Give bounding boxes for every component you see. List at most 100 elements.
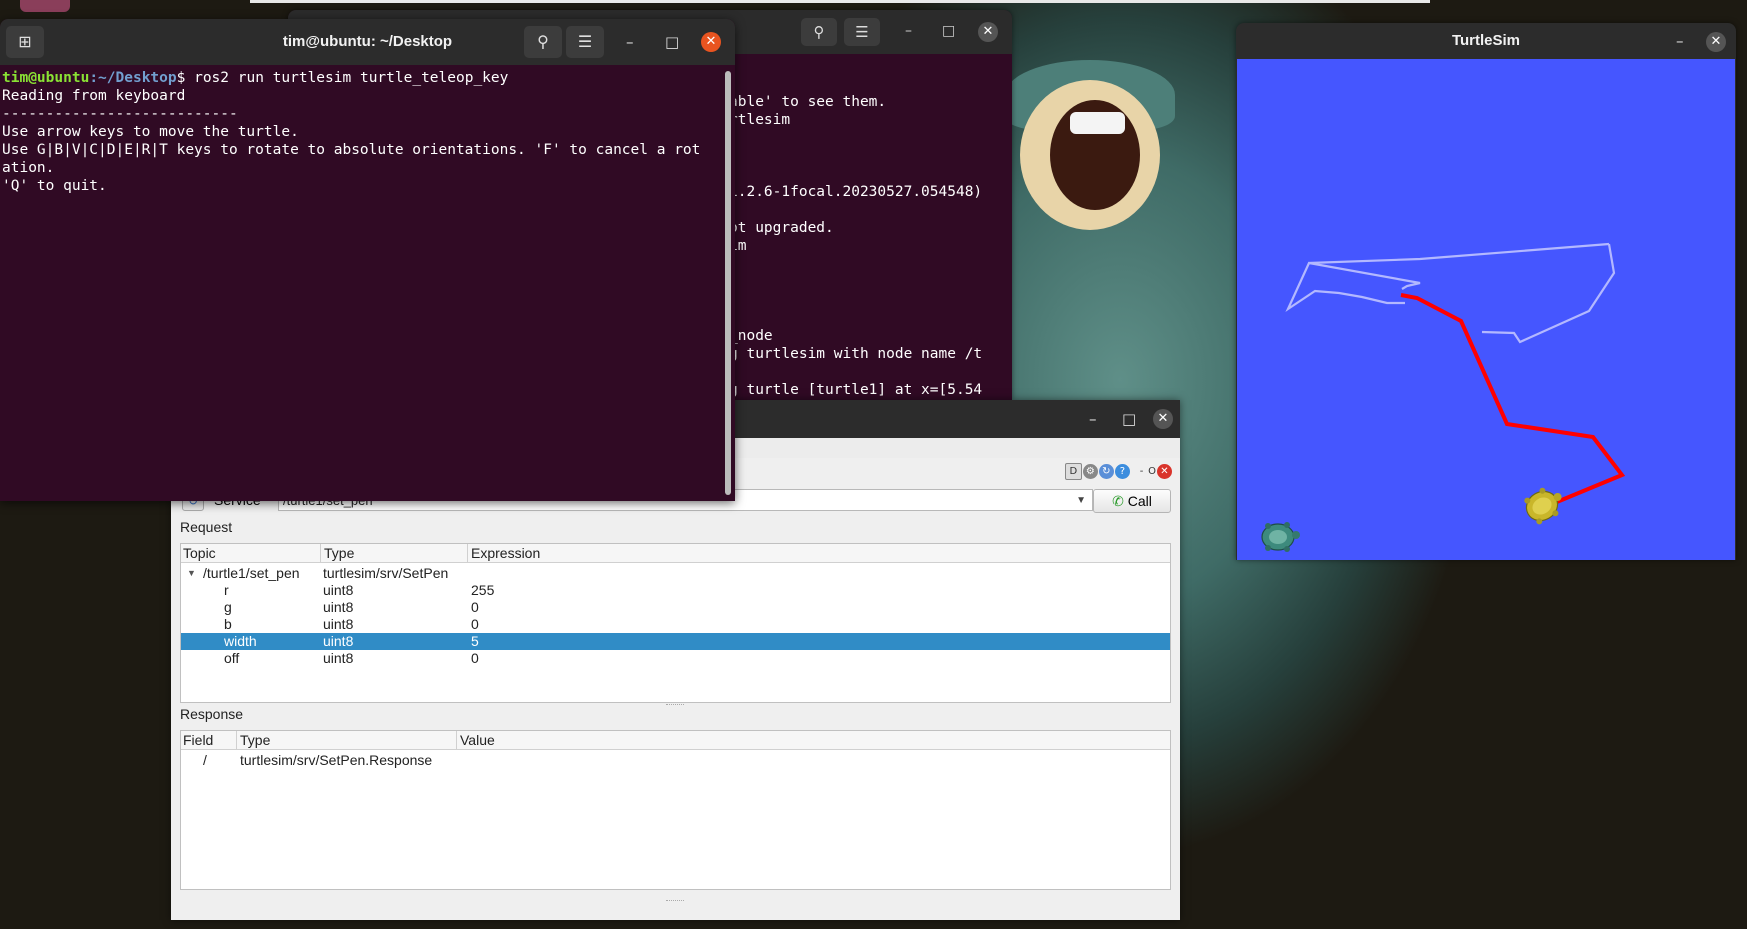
turtle-icon [1524, 487, 1562, 525]
terminal-window[interactable]: ⊞ tim@ubuntu: ~/Desktop ⚲ ☰ – □ ✕ tim@ub… [0, 19, 735, 501]
dock-app-icon[interactable] [20, 0, 70, 12]
request-tree[interactable]: Topic Type Expression ▼ /turtle1/set_pen… [180, 543, 1171, 703]
trail-pale [1308, 242, 1610, 265]
output-line: 'Q' to quit. [2, 178, 107, 194]
maximize-icon[interactable]: □ [942, 23, 955, 39]
tree-row-selected[interactable]: width uint8 5 [181, 633, 1170, 650]
output-line: ation. [2, 160, 55, 176]
close-icon[interactable]: ✕ [701, 32, 721, 52]
expression-cell[interactable]: 255 [471, 582, 494, 598]
resize-grip[interactable] [666, 900, 684, 903]
settings-icon[interactable]: ⚙ [1082, 464, 1098, 479]
tree-row[interactable]: ▼ /turtle1/set_pen turtlesim/srv/SetPen [181, 565, 1170, 582]
tree-row[interactable]: / turtlesim/srv/SetPen.Response [181, 752, 1170, 769]
output-line: Use arrow keys to move the turtle. [2, 124, 299, 140]
output-line: --------------------------- [2, 106, 238, 122]
topic-cell: g [224, 599, 232, 615]
close-icon[interactable]: ✕ [978, 22, 998, 42]
type-cell: turtlesim/srv/SetPen.Response [240, 752, 433, 768]
trail-red [1400, 293, 1626, 506]
expression-cell[interactable]: 5 [471, 633, 479, 649]
terminal-title: tim@ubuntu: ~/Desktop [282, 33, 453, 50]
minimize-icon[interactable]: – [626, 19, 634, 65]
type-cell: uint8 [323, 633, 354, 649]
expression-cell[interactable]: 0 [471, 650, 479, 666]
output-line: Use G|B|V|C|D|E|R|T keys to rotate to ab… [2, 142, 701, 158]
menu-icon[interactable]: ☰ [566, 26, 604, 58]
command-text: ros2 run turtlesim turtle_teleop_key [194, 70, 509, 86]
minimize-icon[interactable]: – [1676, 23, 1684, 59]
phone-icon: ✆ [1112, 493, 1124, 509]
tree-row[interactable]: off uint8 0 [181, 650, 1170, 667]
terminal-output[interactable]: tim@ubuntu:~/Desktop$ ros2 run turtlesim… [0, 65, 735, 199]
output-line: Reading from keyboard [2, 88, 186, 104]
terminal-titlebar[interactable]: ⊞ tim@ubuntu: ~/Desktop ⚲ ☰ – □ ✕ [0, 19, 735, 65]
column-header[interactable]: Field [183, 732, 213, 748]
tree-row[interactable]: b uint8 0 [181, 616, 1170, 633]
topic-cell: off [224, 650, 240, 666]
trail-pale [1481, 243, 1616, 344]
prompt-symbol: $ [176, 70, 195, 86]
type-cell: uint8 [323, 650, 354, 666]
call-button-label: Call [1127, 493, 1152, 509]
tree-row[interactable]: r uint8 255 [181, 582, 1170, 599]
expand-arrow-icon[interactable]: ▼ [187, 568, 196, 578]
topic-cell: width [224, 633, 257, 649]
column-header[interactable]: Value [460, 732, 495, 748]
tree-row[interactable]: g uint8 0 [181, 599, 1170, 616]
terminal-line: _node [729, 328, 773, 344]
response-label: Response [180, 706, 244, 722]
prompt-path: :~/Desktop [89, 70, 177, 86]
menu-icon[interactable]: ☰ [844, 18, 880, 46]
column-header[interactable]: Topic [183, 545, 216, 561]
terminal-line: rtlesim [729, 112, 791, 128]
turtlesim-canvas [1237, 59, 1735, 560]
terminal-line: ot upgraded. [729, 220, 834, 236]
turtle-icon [1261, 522, 1300, 552]
top-panel-edge [250, 0, 1430, 3]
minimize-icon[interactable]: – [905, 23, 912, 39]
close-icon[interactable]: ✕ [1153, 409, 1173, 429]
type-cell: turtlesim/srv/SetPen [323, 565, 449, 581]
response-tree[interactable]: Field Type Value / turtlesim/srv/SetPen.… [180, 730, 1171, 890]
type-cell: uint8 [323, 616, 354, 632]
undock-plugin-icon[interactable]: O [1148, 464, 1156, 479]
maximize-icon[interactable]: □ [665, 19, 679, 65]
minimize-icon[interactable]: – [1089, 400, 1097, 438]
expression-cell[interactable]: 0 [471, 616, 479, 632]
splitter-handle[interactable] [666, 704, 684, 707]
minimize-plugin-icon[interactable]: - [1140, 464, 1144, 479]
topic-cell: r [224, 582, 229, 598]
close-plugin-icon[interactable]: ✕ [1157, 464, 1172, 479]
turtlesim-titlebar[interactable]: TurtleSim – ✕ [1236, 23, 1736, 59]
close-icon[interactable]: ✕ [1706, 32, 1726, 52]
search-icon[interactable]: ⚲ [524, 26, 562, 58]
request-tree-header: Topic Type Expression [181, 544, 1170, 563]
prompt-user: tim@ubuntu [2, 70, 90, 86]
column-header[interactable]: Type [324, 545, 354, 561]
terminal-line: 1.2.6-1focal.20230527.054548) [729, 184, 983, 200]
topic-cell: b [224, 616, 232, 632]
trail-pale [1285, 261, 1421, 313]
terminal-line: able' to see them. [729, 94, 887, 110]
command-line: tim@ubuntu:~/Desktop$ ros2 run turtlesim… [2, 69, 733, 87]
request-label: Request [180, 519, 233, 535]
reload-icon[interactable]: ↻ [1098, 464, 1114, 479]
type-cell: uint8 [323, 599, 354, 615]
column-header[interactable]: Type [240, 732, 270, 748]
response-tree-header: Field Type Value [181, 731, 1170, 750]
call-button[interactable]: ✆ Call [1093, 489, 1171, 513]
terminal-line: g turtlesim with node name /t [729, 346, 983, 362]
turtlesim-window[interactable]: TurtleSim – ✕ [1236, 23, 1736, 560]
chevron-down-icon[interactable]: ▼ [1076, 490, 1086, 512]
terminal-scrollbar[interactable] [725, 71, 731, 495]
search-icon[interactable]: ⚲ [801, 18, 837, 46]
docs-icon[interactable]: D [1064, 463, 1082, 480]
maximize-icon[interactable]: □ [1122, 400, 1136, 438]
turtlesim-title: TurtleSim [1451, 32, 1521, 49]
column-header[interactable]: Expression [471, 545, 540, 561]
field-cell: / [203, 752, 207, 768]
expression-cell[interactable]: 0 [471, 599, 479, 615]
help-icon[interactable]: ? [1114, 464, 1130, 479]
wallpaper-eye-glint [1070, 112, 1125, 134]
